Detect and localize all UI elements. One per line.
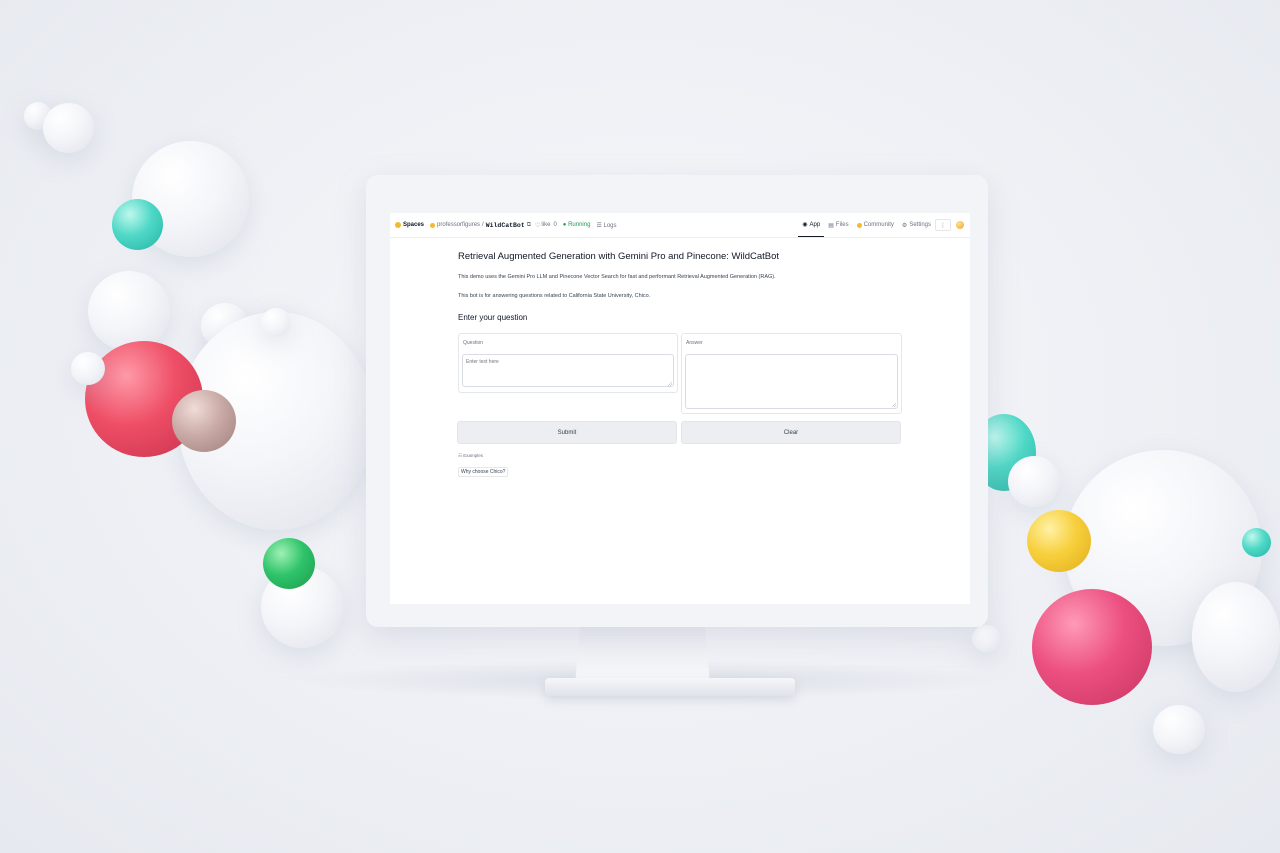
decorative-sphere [972, 625, 1001, 652]
example-item[interactable]: Why choose Chico? [458, 467, 509, 477]
tab-settings[interactable]: ⚙ Settings [898, 213, 935, 237]
like-button[interactable]: ♡ like 0 [535, 222, 557, 229]
heart-icon: ♡ [535, 222, 541, 229]
like-label: like [541, 222, 551, 228]
monitor-stand [575, 620, 710, 685]
decorative-sphere [88, 271, 170, 351]
tab-community-label: Community [863, 222, 894, 228]
decorative-sphere [112, 199, 163, 250]
tab-app-label: App [809, 221, 821, 228]
decorative-sphere [43, 103, 94, 153]
spaces-link[interactable]: Spaces [395, 222, 424, 228]
decorative-sphere [71, 352, 105, 385]
hub-header: Spaces professorfigures / WildCatBot ⧉ ♡… [390, 213, 970, 238]
space-nav: ◉ App ▤ Files Community ⚙ Settings ⋮ [798, 213, 964, 237]
question-input[interactable] [462, 354, 674, 387]
app-screen: Spaces professorfigures / WildCatBot ⧉ ♡… [390, 213, 970, 604]
decorative-sphere [1008, 456, 1060, 507]
question-panel: Question [458, 333, 678, 393]
owner-avatar-icon [430, 222, 436, 228]
resize-handle[interactable] [892, 403, 896, 407]
logs-label: Logs [603, 222, 617, 229]
description-text: This bot is for answering questions rela… [458, 293, 651, 299]
owner-link[interactable]: professorfigures [437, 222, 480, 228]
user-avatar[interactable] [956, 221, 964, 229]
community-icon [856, 222, 862, 228]
submit-button[interactable]: Submit [457, 421, 677, 444]
tab-app[interactable]: ◉ App [798, 213, 825, 237]
spaces-label: Spaces [403, 222, 425, 228]
decorative-sphere [1032, 589, 1152, 705]
clear-button[interactable]: Clear [681, 421, 901, 444]
decorative-sphere [1153, 705, 1205, 754]
breadcrumb: professorfigures / WildCatBot ⧉ [430, 222, 531, 229]
tab-settings-label: Settings [909, 222, 931, 228]
more-icon: ⋮ [940, 222, 946, 229]
decorative-sphere [261, 308, 291, 337]
tab-files-label: Files [835, 222, 849, 228]
decorative-sphere [1192, 582, 1280, 692]
logs-button[interactable]: ☰ Logs [596, 222, 616, 229]
like-count: 0 [553, 222, 557, 228]
decorative-sphere [172, 390, 236, 452]
more-menu-button[interactable]: ⋮ [935, 219, 951, 231]
space-name-link[interactable]: WildCatBot [486, 222, 525, 229]
settings-icon: ⚙ [901, 222, 908, 229]
page-title: Retrieval Augmented Generation with Gemi… [458, 251, 780, 262]
description-text: This demo uses the Gemini Pro LLM and Pi… [458, 274, 776, 280]
spaces-logo-icon [395, 222, 401, 228]
decorative-sphere [1242, 528, 1271, 557]
question-label: Question [463, 340, 484, 346]
section-heading: Enter your question [458, 313, 528, 322]
answer-label: Answer [686, 340, 703, 346]
resize-handle[interactable] [668, 382, 672, 386]
monitor-stand-base [545, 678, 795, 696]
tab-files[interactable]: ▤ Files [824, 213, 852, 237]
status-badge: ● Running [562, 222, 591, 228]
answer-output[interactable] [685, 354, 898, 409]
copy-icon[interactable]: ⧉ [527, 222, 531, 229]
files-icon: ▤ [828, 222, 834, 229]
examples-label: ☷ Examples [458, 453, 484, 458]
app-icon: ◉ [802, 222, 808, 228]
answer-panel: Answer [681, 333, 902, 414]
decorative-sphere [263, 538, 315, 589]
tab-community[interactable]: Community [853, 213, 898, 237]
decorative-sphere [1027, 510, 1091, 572]
logs-icon: ☰ [596, 222, 602, 229]
breadcrumb-separator: / [482, 222, 484, 228]
